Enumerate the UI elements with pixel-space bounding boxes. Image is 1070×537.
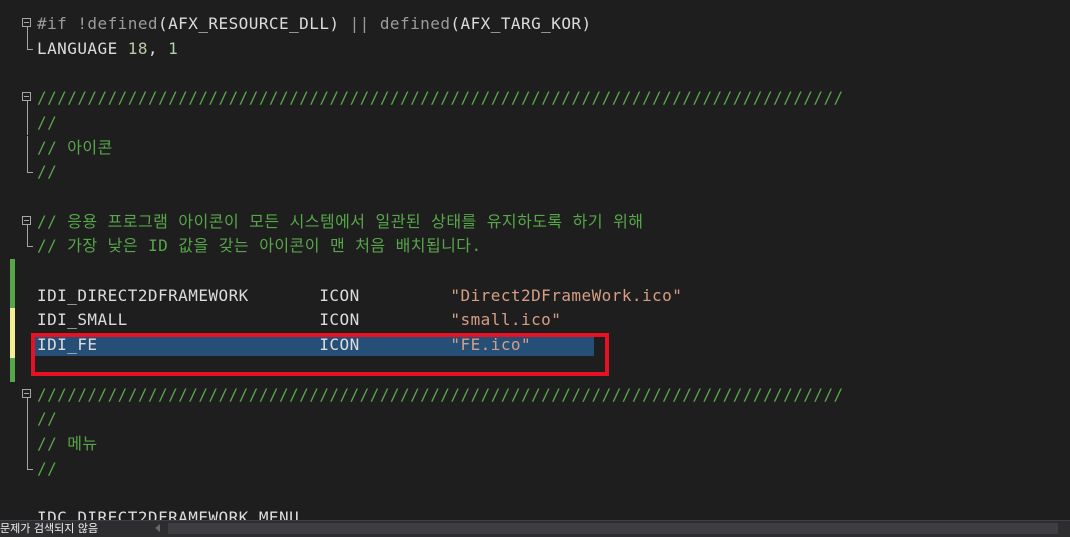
- code-token: || defined: [349, 14, 451, 33]
- issues-status-text[interactable]: 문제가 검색되지 않음: [0, 521, 98, 537]
- code-token: "FE.ico": [450, 335, 532, 355]
- fold-end-tick: [27, 48, 33, 50]
- collapse-minus-icon[interactable]: [22, 388, 31, 398]
- code-token: "small.ico": [450, 310, 562, 330]
- collapse-minus-icon[interactable]: [22, 215, 31, 225]
- code-line[interactable]: [0, 259, 1070, 284]
- code-token: ////////////////////////////////////////…: [37, 88, 844, 108]
- fold-guide-line: [27, 135, 28, 161]
- code-line[interactable]: ////////////////////////////////////////…: [0, 383, 1070, 408]
- code-line[interactable]: //: [0, 407, 1070, 432]
- code-token: // 응용 프로그램 아이콘이 모든 시스템에서 일관된 상태를 유지하도록 하…: [37, 211, 644, 231]
- code-token: ////////////////////////////////////////…: [37, 384, 844, 404]
- code-token: IDI_SMALL ICON: [37, 310, 451, 330]
- code-line[interactable]: IDI_DIRECT2DFRAMEWORK ICON "Direct2DFram…: [0, 283, 1070, 309]
- change-indicator-bar: [10, 357, 15, 383]
- code-line[interactable]: IDC_DIRECT2DFRAMEWORK MENU: [0, 506, 1070, 520]
- fold-end-tick: [27, 468, 33, 470]
- code-token: // 메뉴: [37, 433, 98, 453]
- code-token: ,: [147, 38, 169, 58]
- code-token: //: [37, 112, 58, 132]
- fold-guide-line: [27, 407, 28, 432]
- code-line[interactable]: LANGUAGE 18, 1: [0, 36, 1070, 62]
- code-line[interactable]: // 아이콘: [0, 135, 1070, 161]
- code-line[interactable]: [0, 357, 1070, 383]
- collapse-minus-icon[interactable]: [22, 92, 31, 102]
- code-line[interactable]: [0, 61, 1070, 86]
- code-token: (AFX_RESOURCE_DLL): [158, 14, 350, 33]
- code-token: // 가장 낮은 ID 값을 갖는 아이콘이 맨 처음 배치됩니다.: [37, 236, 482, 256]
- code-text: // 아이콘: [37, 136, 113, 161]
- code-line[interactable]: [0, 481, 1070, 506]
- change-indicator-bar: [10, 259, 15, 284]
- code-token: "Direct2DFrameWork.ico": [450, 285, 683, 305]
- code-editor[interactable]: #if !defined(AFX_RESOURCE_DLL) || define…: [0, 0, 1070, 520]
- code-token: //: [37, 162, 58, 182]
- code-line[interactable]: //: [0, 160, 1070, 185]
- code-token: 1: [168, 38, 179, 58]
- code-line[interactable]: //: [0, 456, 1070, 482]
- fold-guide-line: [27, 431, 28, 457]
- code-token: (AFX_TARG_KOR): [450, 14, 592, 33]
- code-line[interactable]: // 가장 낮은 ID 값을 갖는 아이콘이 맨 처음 배치됩니다.: [0, 234, 1070, 259]
- code-text: // 응용 프로그램 아이콘이 모든 시스템에서 일관된 상태를 유지하도록 하…: [37, 210, 643, 235]
- code-text: LANGUAGE 18, 1: [37, 37, 178, 62]
- code-text: IDC_DIRECT2DFRAMEWORK MENU: [37, 506, 299, 520]
- code-text: // 메뉴: [37, 432, 98, 457]
- change-indicator-bar: [10, 283, 15, 309]
- code-token: IDC_DIRECT2DFRAMEWORK MENU: [37, 508, 300, 520]
- fold-end-tick: [27, 246, 33, 248]
- code-text: //: [37, 407, 57, 432]
- change-indicator-bar: [10, 333, 15, 358]
- code-token: 18: [127, 38, 148, 58]
- code-token: // 아이콘: [37, 137, 113, 157]
- code-line[interactable]: //: [0, 110, 1070, 136]
- code-line[interactable]: ////////////////////////////////////////…: [0, 86, 1070, 112]
- code-text: // 가장 낮은 ID 값을 갖는 아이콘이 맨 처음 배치됩니다.: [37, 234, 482, 259]
- code-token: //: [37, 409, 58, 429]
- code-line[interactable]: [0, 185, 1070, 210]
- code-text: ////////////////////////////////////////…: [37, 86, 844, 111]
- collapse-minus-icon[interactable]: [22, 18, 31, 27]
- code-token: #if !defined: [37, 14, 158, 33]
- code-token: IDI_DIRECT2DFRAMEWORK ICON: [37, 285, 451, 305]
- change-indicator-bar: [10, 308, 15, 334]
- code-line[interactable]: IDI_FE ICON "FE.ico": [0, 333, 1070, 358]
- fold-guide-line: [27, 110, 28, 136]
- code-line[interactable]: IDI_SMALL ICON "small.ico": [0, 308, 1070, 334]
- code-line[interactable]: #if !defined(AFX_RESOURCE_DLL) || define…: [0, 12, 1070, 37]
- code-text: IDI_FE ICON "FE.ico": [37, 333, 531, 358]
- code-token: //: [37, 458, 58, 478]
- code-line[interactable]: // 응용 프로그램 아이콘이 모든 시스템에서 일관된 상태를 유지하도록 하…: [0, 210, 1070, 235]
- scroll-left-arrow-icon[interactable]: [155, 524, 160, 532]
- code-text: #if !defined(AFX_RESOURCE_DLL) || define…: [37, 12, 592, 37]
- code-text: //: [37, 457, 57, 482]
- status-bar: 문제가 검색되지 않음: [0, 520, 1070, 537]
- code-line[interactable]: // 메뉴: [0, 431, 1070, 457]
- code-text: ////////////////////////////////////////…: [37, 383, 844, 408]
- code-text: IDI_DIRECT2DFRAMEWORK ICON "Direct2DFram…: [37, 284, 682, 309]
- code-token: IDI_FE ICON: [37, 335, 451, 355]
- code-text: IDI_SMALL ICON "small.ico": [37, 308, 561, 333]
- code-text: //: [37, 160, 57, 185]
- horizontal-scrollbar[interactable]: [168, 523, 1058, 534]
- code-text: //: [37, 111, 57, 136]
- code-token: LANGUAGE: [37, 38, 128, 58]
- fold-end-tick: [27, 172, 33, 174]
